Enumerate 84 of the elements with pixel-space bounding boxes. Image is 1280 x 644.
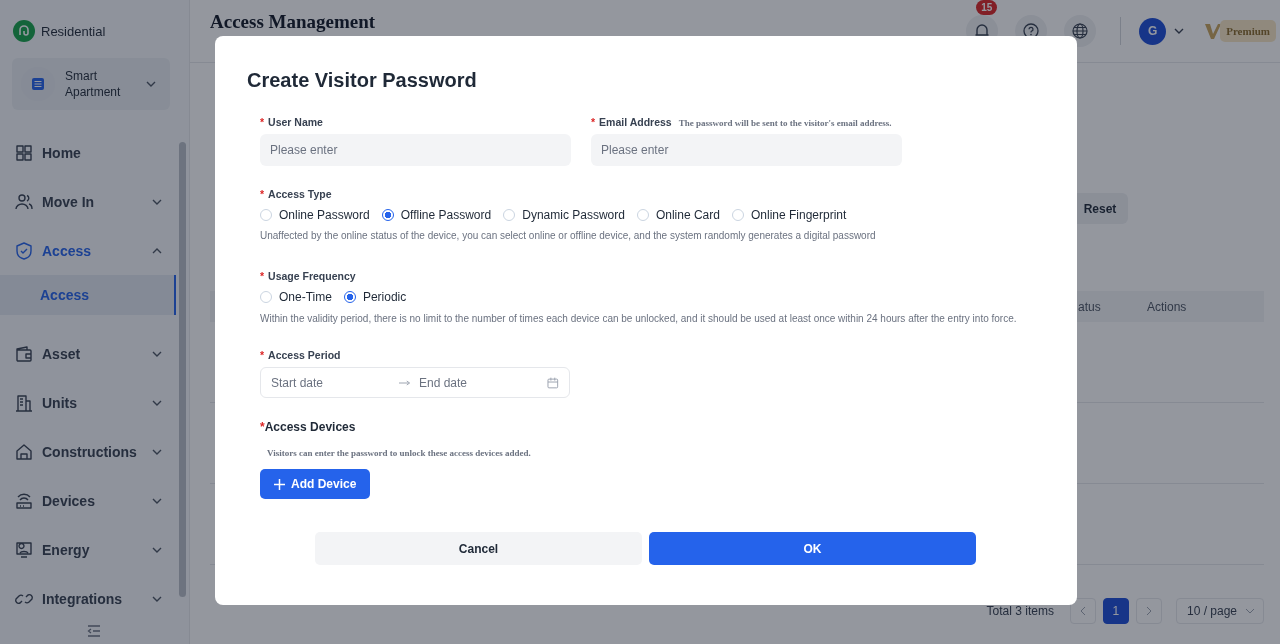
- nav-item[interactable]: Devices: [0, 476, 176, 525]
- email-field[interactable]: Please enter: [591, 134, 902, 166]
- calendar-icon: [547, 376, 559, 389]
- field-label: Usage Frequency: [268, 269, 356, 284]
- radio-button[interactable]: [381, 209, 394, 221]
- chevron-up-icon: [152, 247, 162, 254]
- collapse-icon[interactable]: [87, 625, 101, 637]
- help-text: Within the validity period, there is no limit to the number of times each device can be unlocked, and it should be used at least once within 24 hours after the entry into force.: [260, 312, 1018, 326]
- v-logo-icon: [1204, 22, 1223, 40]
- chevron-down-icon: [1245, 608, 1255, 614]
- total-count: Total 3 items: [986, 604, 1054, 618]
- field-label: Email Address: [599, 115, 672, 130]
- radio-option[interactable]: Online Card: [636, 208, 720, 222]
- chevron-right-icon: [1145, 606, 1152, 616]
- wallet-icon: [14, 343, 34, 364]
- user-avatar[interactable]: G: [1139, 17, 1167, 45]
- nav-item[interactable]: Access: [0, 226, 176, 275]
- chevron-down-icon: [152, 497, 162, 504]
- plus-icon: [274, 478, 285, 490]
- chevron-left-icon: [1079, 606, 1086, 616]
- date-range-field[interactable]: Start date End date: [260, 367, 570, 398]
- radio-option[interactable]: Periodic: [343, 290, 407, 304]
- notification-badge: 15: [976, 0, 998, 15]
- radio-button[interactable]: [343, 291, 356, 303]
- logo-icon: [13, 20, 35, 42]
- add-device-button[interactable]: Add Device: [260, 469, 371, 499]
- project-selector[interactable]: Smart Apartment: [12, 58, 170, 110]
- radio-option[interactable]: One-Time: [260, 290, 332, 304]
- required-mark: *: [260, 269, 265, 284]
- page-size-select[interactable]: 10 / page: [1175, 598, 1264, 624]
- radio-option[interactable]: Online Fingerprint: [731, 208, 847, 222]
- ok-button[interactable]: OK: [649, 532, 976, 565]
- required-mark: *: [591, 115, 596, 130]
- nav-item[interactable]: Constructions: [0, 427, 176, 476]
- chevron-down-icon: [152, 399, 162, 406]
- arrow-right-icon: [399, 379, 411, 386]
- globe-icon: [1072, 23, 1089, 39]
- bell-icon: [974, 23, 991, 39]
- field-label: Access Type: [268, 187, 332, 202]
- house-icon: [14, 441, 34, 462]
- dialog-title: Create Visitor Password: [247, 68, 478, 93]
- scrollbar[interactable]: [179, 142, 186, 597]
- required-mark: *: [260, 187, 265, 202]
- nav-item[interactable]: Move In: [0, 177, 176, 226]
- nav-item[interactable]: Units: [0, 378, 176, 427]
- chevron-down-icon: [152, 595, 162, 602]
- chevron-down-icon: [152, 198, 162, 205]
- radio-option[interactable]: Online Password: [260, 208, 370, 222]
- radio-option[interactable]: Offline Password: [381, 208, 492, 222]
- page-title: Access Management: [210, 11, 376, 33]
- people-icon: [14, 191, 34, 212]
- chevron-down-icon: [146, 81, 156, 87]
- cancel-button[interactable]: Cancel: [315, 532, 642, 565]
- brand-name: Residential: [41, 23, 106, 39]
- help-icon: [1023, 23, 1040, 39]
- hint-text: Visitors can enter the password to unlock these access devices added.: [267, 447, 532, 460]
- page-button[interactable]: 1: [1102, 598, 1129, 624]
- chevron-down-icon[interactable]: [1174, 28, 1185, 34]
- nav-item[interactable]: Asset: [0, 329, 176, 378]
- chevron-down-icon: [152, 350, 162, 357]
- previous-page-button[interactable]: [1069, 598, 1096, 624]
- grid-icon: [14, 142, 34, 163]
- nav-item[interactable]: Home: [0, 128, 176, 177]
- nav-item[interactable]: Integrations: [0, 574, 176, 623]
- radio-option[interactable]: Dynamic Password: [503, 208, 625, 222]
- premium-badge: Premium: [1220, 20, 1276, 42]
- hint-text: The password will be sent to the visitor's email address.: [678, 118, 892, 128]
- field-label: User Name: [268, 115, 323, 130]
- monitor-icon: [14, 539, 34, 560]
- building-icon: [14, 392, 34, 413]
- help-text: Unaffected by the online status of the device, you can select online or offline device, and the system randomly generates a digital password: [260, 229, 877, 243]
- required-mark: *: [260, 115, 265, 130]
- required-mark: *: [260, 348, 265, 363]
- column-header: Actions: [1147, 299, 1188, 314]
- chevron-down-icon: [152, 546, 162, 553]
- shield-icon: [14, 240, 34, 261]
- chevron-down-icon: [152, 448, 162, 455]
- nav-subitem[interactable]: Access: [0, 275, 176, 315]
- user-name-field[interactable]: Please enter: [260, 134, 571, 166]
- field-label: Access Devices: [264, 419, 356, 436]
- column-header: atus: [1078, 299, 1102, 314]
- field-label: Access Period: [268, 348, 341, 363]
- required-mark: *: [260, 419, 265, 436]
- nav-item[interactable]: Energy: [0, 525, 176, 574]
